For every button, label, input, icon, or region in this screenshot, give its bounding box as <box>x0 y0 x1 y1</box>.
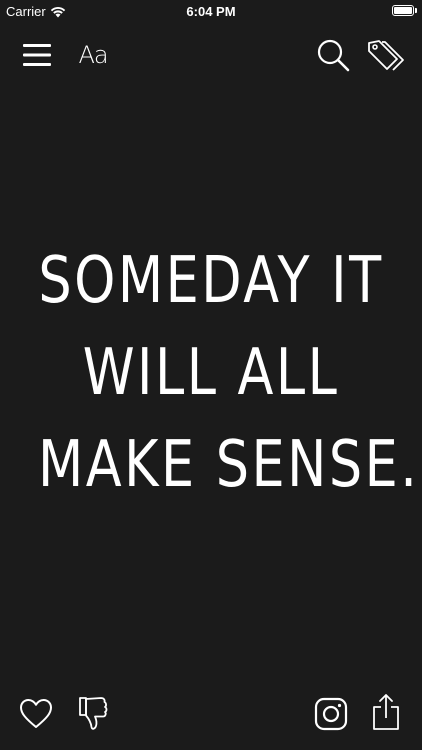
share-icon <box>373 694 399 730</box>
battery-nub <box>415 8 417 13</box>
search-button[interactable] <box>314 36 352 74</box>
battery-fill <box>394 7 412 14</box>
status-time: 6:04 PM <box>186 4 236 19</box>
quote-line-2: WILL ALL <box>82 336 340 410</box>
instagram-button[interactable] <box>312 694 350 734</box>
status-bar: Carrier 6:04 PM <box>0 0 422 22</box>
font-button-label: Aa <box>78 41 108 69</box>
quote-text: SOMEDAY IT WILL ALL MAKE SENSE. <box>37 235 420 511</box>
heart-icon <box>20 699 52 728</box>
tags-button[interactable] <box>364 36 408 76</box>
search-icon <box>317 39 350 72</box>
font-button[interactable]: Aa <box>72 38 114 72</box>
quote-line-3: MAKE SENSE. <box>37 428 420 502</box>
quote-line-1: SOMEDAY IT <box>38 244 384 318</box>
battery-icon <box>392 5 414 16</box>
menu-icon <box>23 44 51 66</box>
like-button[interactable] <box>18 696 54 732</box>
tag-icon <box>368 40 404 71</box>
share-button[interactable] <box>366 690 406 734</box>
menu-button[interactable] <box>20 38 54 72</box>
instagram-icon <box>314 697 348 731</box>
dislike-button[interactable] <box>74 694 112 734</box>
thumbs-down-icon <box>79 697 108 730</box>
